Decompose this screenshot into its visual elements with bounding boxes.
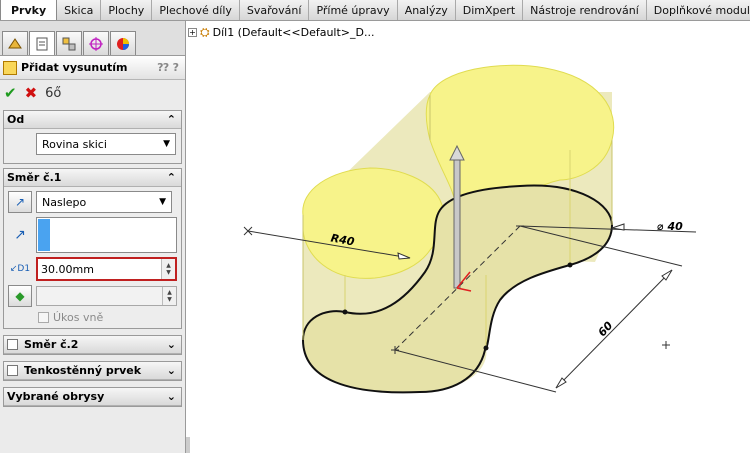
sketch-point[interactable]: [483, 345, 489, 351]
direction2-checkbox[interactable]: [7, 339, 18, 350]
part-icon: ⛭: [200, 25, 210, 39]
from-group-title: Od: [7, 113, 25, 126]
action-buttons: ✔ ✖ 6ő: [0, 80, 185, 106]
graphics-viewport[interactable]: R40 ⌀ 40 60: [187, 40, 750, 453]
chevron-down-icon: ▼: [159, 197, 166, 207]
from-group: Od ⌃ Rovina skici ▼: [3, 110, 182, 164]
flyout-feature-tree: + ⛭ Díl1 (Default<<Default>_D...: [188, 25, 374, 40]
configuration-manager-tab-icon[interactable]: [56, 31, 82, 55]
tab-sketch[interactable]: Skica: [57, 0, 102, 20]
tab-weldments[interactable]: Svařování: [239, 0, 310, 20]
cancel-x-icon[interactable]: ✖: [25, 84, 38, 102]
tab-addins[interactable]: Doplňkové moduly: [646, 0, 750, 20]
command-manager-tabs: Prvky Skica Plochy Plechové díly Svařová…: [0, 0, 750, 21]
direction1-group: Směr č.1 ⌃ ↗ Naslepo ▼ ↗ ↙D1 30.00mm ▲▼: [3, 168, 182, 329]
part-label[interactable]: Díl1 (Default<<Default>_D...: [213, 26, 375, 39]
sketch-point[interactable]: [567, 262, 573, 268]
diameter-dimension-text[interactable]: ⌀ 40: [657, 220, 683, 233]
sketch-point[interactable]: [342, 309, 348, 315]
feature-title: Přidat vysunutím: [21, 61, 128, 74]
feature-manager-tab-icon[interactable]: [2, 31, 28, 55]
direction-selection-box[interactable]: [36, 217, 177, 253]
chevron-down-double-icon[interactable]: ⌄: [167, 390, 176, 403]
end-condition-select[interactable]: Naslepo ▼: [36, 191, 172, 213]
from-select[interactable]: Rovina skici ▼: [36, 133, 176, 155]
draft-on-off-icon[interactable]: ◆: [8, 285, 32, 307]
direction2-group: Směr č.2 ⌄: [3, 335, 182, 355]
help-icon[interactable]: ⁇ ?: [157, 61, 179, 74]
thin-feature-group: Tenkostěnný prvek ⌄: [3, 361, 182, 381]
end-condition-value: Naslepo: [42, 195, 87, 209]
ok-check-icon[interactable]: ✔: [4, 84, 17, 102]
direction2-group-title: Směr č.2: [24, 338, 79, 351]
chevron-up-icon[interactable]: ⌃: [167, 113, 176, 126]
draft-spinner-icon: ▲ ▼: [162, 287, 176, 305]
selected-contours-group-title: Vybrané obrysy: [7, 390, 105, 403]
tab-sheet-metal[interactable]: Plechové díly: [152, 0, 240, 20]
expand-icon[interactable]: +: [188, 28, 197, 37]
from-select-value: Rovina skici: [42, 137, 107, 151]
tab-evaluate[interactable]: Analýzy: [397, 0, 456, 20]
draft-outward-label: Úkos vně: [53, 311, 104, 324]
selected-contours-group-header[interactable]: Vybrané obrysy ⌄: [4, 388, 181, 406]
dimxpert-manager-tab-icon[interactable]: [83, 31, 109, 55]
direction1-group-title: Směr č.1: [7, 171, 62, 184]
property-manager-tab-icon[interactable]: [29, 31, 55, 55]
selected-contours-group: Vybrané obrysy ⌄: [3, 387, 182, 407]
feature-title-bar: Přidat vysunutím ⁇ ?: [0, 56, 185, 80]
display-manager-tab-icon[interactable]: [110, 31, 136, 55]
depth-input[interactable]: 30.00mm ▲ ▼: [36, 257, 177, 281]
draft-angle-input[interactable]: ▲ ▼: [36, 286, 177, 306]
draft-outward-checkbox[interactable]: Úkos vně: [8, 311, 177, 324]
chevron-down-double-icon[interactable]: ⌄: [167, 364, 176, 377]
chevron-down-icon: ▼: [163, 139, 170, 149]
tab-dimxpert[interactable]: DimXpert: [455, 0, 524, 20]
tab-features[interactable]: Prvky: [0, 0, 58, 20]
thin-feature-group-title: Tenkostěnný prvek: [24, 364, 142, 377]
tab-render-tools[interactable]: Nástroje rendrování: [523, 0, 647, 20]
detailed-preview-icon[interactable]: 6ő: [45, 86, 61, 101]
chevron-up-icon[interactable]: ⌃: [167, 171, 176, 184]
extrude-feature-icon: [3, 60, 17, 75]
depth-value: 30.00mm: [41, 262, 94, 276]
from-group-header[interactable]: Od ⌃: [4, 111, 181, 129]
tab-surfaces[interactable]: Plochy: [101, 0, 153, 20]
direction-vector-icon: ↗: [14, 227, 26, 243]
chevron-down-double-icon[interactable]: ⌄: [167, 338, 176, 351]
depth-d1-icon: ↙D1: [9, 264, 31, 274]
manager-tabs: [0, 21, 185, 56]
direction1-group-header[interactable]: Směr č.1 ⌃: [4, 169, 181, 187]
draft-outward-box[interactable]: [38, 312, 49, 323]
tab-direct-editing[interactable]: Přímé úpravy: [309, 0, 398, 20]
depth-spinner-icon[interactable]: ▲ ▼: [161, 259, 175, 279]
reverse-direction-icon[interactable]: ↗: [8, 191, 32, 213]
length-dimension-text[interactable]: 60: [596, 319, 616, 339]
thin-feature-checkbox[interactable]: [7, 365, 18, 376]
property-manager-panel: Přidat vysunutím ⁇ ? ✔ ✖ 6ő Od ⌃ Rovina …: [0, 21, 186, 453]
thin-feature-group-header[interactable]: Tenkostěnný prvek ⌄: [4, 362, 181, 380]
direction2-group-header[interactable]: Směr č.2 ⌄: [4, 336, 181, 354]
depth-drag-handle[interactable]: [453, 159, 461, 289]
